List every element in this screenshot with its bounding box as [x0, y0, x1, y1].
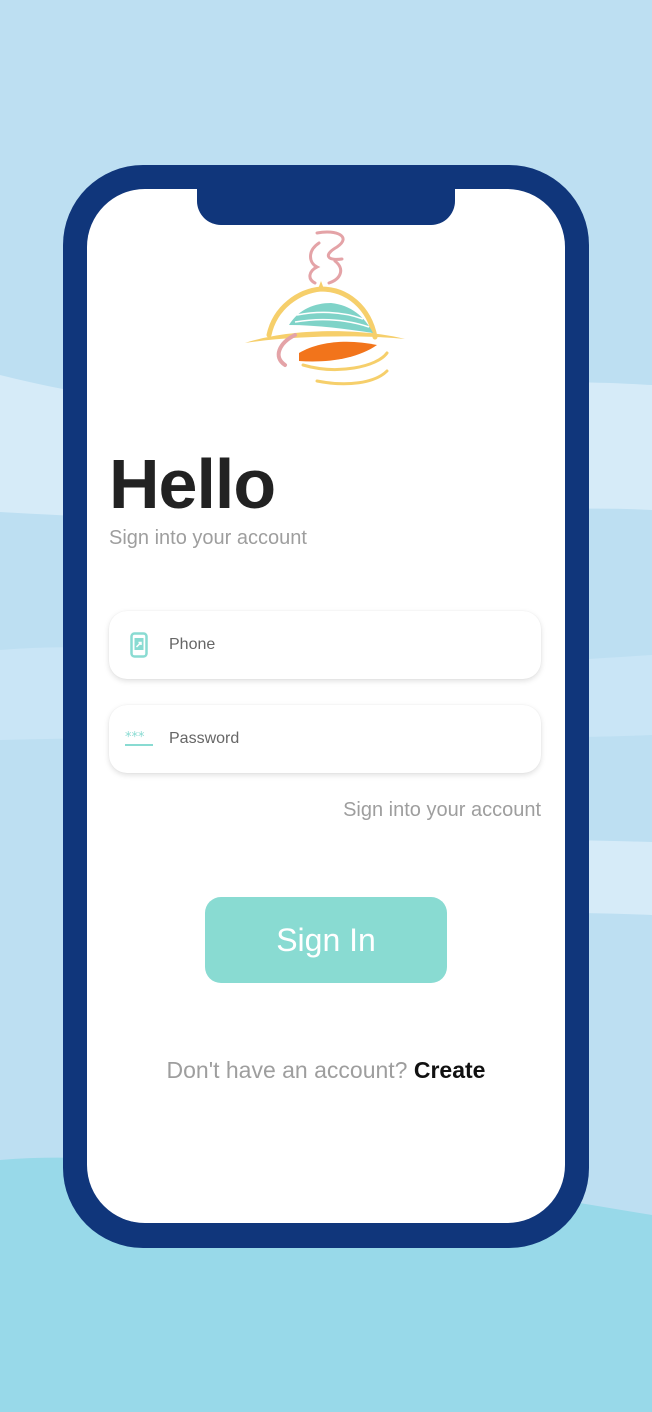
sign-in-button[interactable]: Sign In [205, 897, 447, 983]
password-input[interactable]: *** Password [109, 705, 541, 773]
sign-in-link[interactable]: Sign into your account [343, 799, 541, 822]
phone-screen: Hello Sign into your account Phone *** P… [87, 189, 565, 1223]
create-account-link[interactable]: Create [414, 1057, 486, 1083]
phone-frame: Hello Sign into your account Phone *** P… [63, 165, 589, 1248]
phone-notch [197, 189, 455, 225]
password-icon: *** [109, 731, 169, 747]
page-title: Hello [109, 445, 276, 523]
phone-icon [109, 632, 169, 658]
phone-placeholder: Phone [169, 636, 216, 653]
create-account-row: Don't have an account? Create [87, 1057, 565, 1084]
page-subtitle: Sign into your account [109, 527, 307, 549]
food-cloche-logo-icon [245, 230, 405, 386]
create-account-prompt: Don't have an account? [166, 1057, 408, 1083]
phone-input[interactable]: Phone [109, 611, 541, 679]
password-placeholder: Password [169, 730, 240, 747]
svg-text:***: *** [125, 731, 145, 745]
